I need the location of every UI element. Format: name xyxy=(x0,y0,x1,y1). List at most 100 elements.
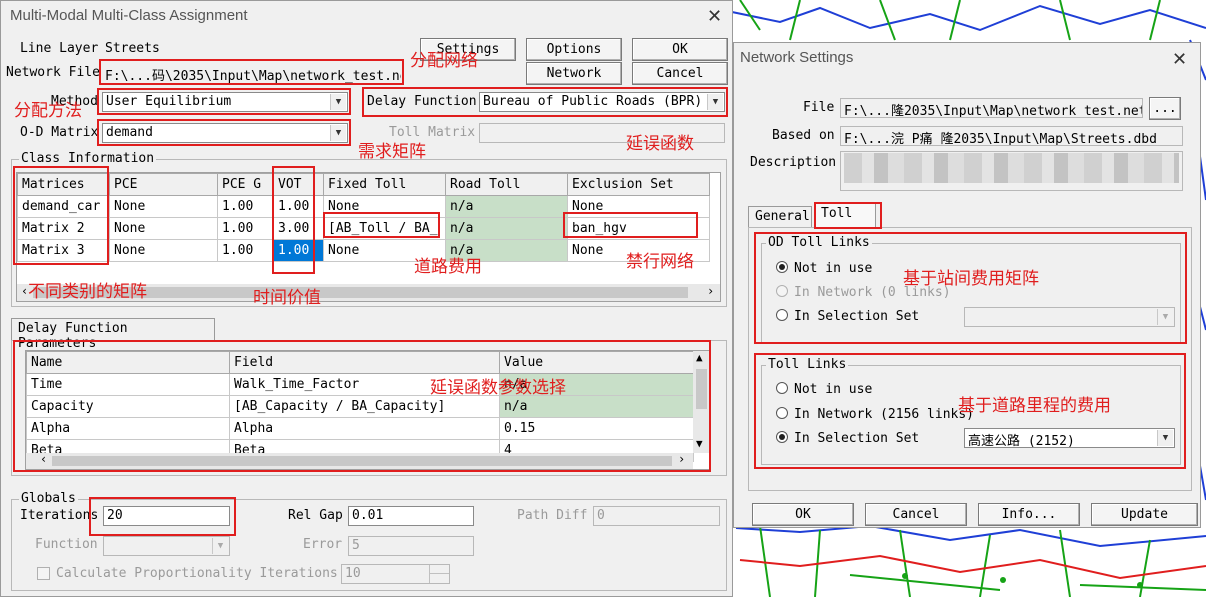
table-cell[interactable]: n/a xyxy=(499,395,694,418)
table-cell[interactable]: Matrix 3 xyxy=(17,239,110,262)
toll-links-selection-select[interactable]: 高速公路 (2152) ▼ xyxy=(964,428,1175,448)
table-cell[interactable]: 1.00 xyxy=(273,195,324,218)
function-label: Function xyxy=(35,537,98,552)
annotation-demand-matrix: 需求矩阵 xyxy=(358,142,426,162)
description-field xyxy=(840,151,1183,191)
col-header[interactable]: PCE xyxy=(109,173,218,196)
network-file-value: F:\...码\2035\Input\Map\network_test.ne xyxy=(105,69,401,84)
table-cell[interactable]: n/a xyxy=(445,195,568,218)
table-cell[interactable]: None xyxy=(109,195,218,218)
option-label: In Network (2156 links) xyxy=(794,407,975,422)
error-input: 5 xyxy=(348,536,474,556)
close-icon[interactable]: ✕ xyxy=(707,6,722,27)
table-cell[interactable]: Time xyxy=(26,373,230,396)
scroll-right-icon[interactable]: › xyxy=(707,284,714,298)
option-label: Not in use xyxy=(794,382,873,397)
od-toll-in-selection-set[interactable]: In Selection Set xyxy=(776,309,919,324)
network-cancel-button[interactable]: Cancel xyxy=(865,503,967,526)
path-diff-label: Path Diff xyxy=(517,508,588,523)
table-cell[interactable]: [AB_Toll / BA_ xyxy=(323,217,446,240)
col-header[interactable]: Road Toll xyxy=(445,173,568,196)
table-cell[interactable]: None xyxy=(323,195,446,218)
table-cell[interactable]: 1.00 xyxy=(217,195,274,218)
tab-toll[interactable]: Toll xyxy=(814,203,876,228)
network-file-label: Network File xyxy=(6,65,100,80)
col-header[interactable]: Field xyxy=(229,351,500,374)
col-header[interactable]: Name xyxy=(26,351,230,374)
browse-button[interactable]: ... xyxy=(1149,97,1181,120)
table-cell[interactable]: n/a xyxy=(445,217,568,240)
scroll-thumb[interactable] xyxy=(52,456,672,466)
table-cell[interactable]: None xyxy=(109,217,218,240)
scroll-left-icon[interactable]: ‹ xyxy=(40,452,47,466)
col-header[interactable]: VOT xyxy=(273,173,324,196)
table-row: Capacity [AB_Capacity / BA_Capacity] n/a xyxy=(26,395,694,418)
delay-function-label: Delay Function xyxy=(367,94,477,109)
table-cell[interactable]: ban_hgv xyxy=(567,217,710,240)
method-select[interactable]: User Equilibrium ▼ xyxy=(102,92,348,112)
rel-gap-input[interactable]: 0.01 xyxy=(348,506,474,526)
function-select: ▼ xyxy=(103,536,230,556)
toll-links-in-network[interactable]: In Network (2156 links) xyxy=(776,407,974,422)
update-button[interactable]: Update xyxy=(1091,503,1198,526)
chevron-down-icon: ▼ xyxy=(1157,309,1173,325)
scroll-up-icon[interactable]: ▲ xyxy=(696,351,703,364)
table-cell[interactable]: 0.15 xyxy=(499,417,694,440)
col-header[interactable]: Matrices xyxy=(17,173,110,196)
horizontal-scrollbar[interactable]: ‹ › xyxy=(26,452,693,469)
table-cell[interactable]: None xyxy=(567,195,710,218)
network-ok-button[interactable]: OK xyxy=(752,503,854,526)
scroll-down-icon[interactable]: ▼ xyxy=(696,437,703,450)
radio-icon xyxy=(776,382,788,394)
rel-gap-label: Rel Gap xyxy=(288,508,343,523)
od-matrix-label: O-D Matrix xyxy=(20,125,99,140)
table-row: Time Walk_Time_Factor n/a xyxy=(26,373,694,396)
annotation-vot: 时间价值 xyxy=(253,288,321,308)
option-label: In Selection Set xyxy=(794,309,920,324)
tab-general[interactable]: General xyxy=(748,206,812,228)
table-cell[interactable]: demand_car xyxy=(17,195,110,218)
toll-links-selection-value: 高速公路 (2152) xyxy=(968,434,1075,448)
vertical-scrollbar[interactable]: ▲ ▼ xyxy=(693,351,710,453)
table-cell[interactable]: None xyxy=(109,239,218,262)
table-cell[interactable]: [AB_Capacity / BA_Capacity] xyxy=(229,395,500,418)
od-matrix-select[interactable]: demand ▼ xyxy=(102,123,348,143)
method-value: User Equilibrium xyxy=(106,94,232,109)
table-cell[interactable]: Alpha xyxy=(229,417,500,440)
col-header[interactable]: PCE G xyxy=(217,173,274,196)
table-row: Matrix 2 None 1.00 3.00 [AB_Toll / BA_ n… xyxy=(17,217,710,240)
od-toll-not-in-use[interactable]: Not in use xyxy=(776,261,872,276)
radio-icon xyxy=(776,309,788,321)
table-cell[interactable]: Capacity xyxy=(26,395,230,418)
close-icon[interactable]: ✕ xyxy=(1172,49,1187,70)
chevron-down-icon: ▼ xyxy=(1157,430,1173,446)
tab-delay-function-parameters[interactable]: Delay Function Parameters xyxy=(11,318,215,351)
chevron-down-icon: ▼ xyxy=(330,125,346,141)
calc-proportionality-checkbox xyxy=(37,567,50,580)
toll-links-in-selection-set[interactable]: In Selection Set xyxy=(776,431,919,446)
scroll-thumb[interactable] xyxy=(696,369,707,409)
table-cell-selected[interactable]: 1.00 xyxy=(273,239,324,262)
col-header[interactable]: Exclusion Set xyxy=(567,173,710,196)
table-cell[interactable]: 3.00 xyxy=(273,217,324,240)
table-cell[interactable]: Alpha xyxy=(26,417,230,440)
info-button[interactable]: Info... xyxy=(978,503,1080,526)
col-header[interactable]: Value xyxy=(499,351,694,374)
iterations-input[interactable]: 20 xyxy=(103,506,230,526)
table-cell[interactable]: 1.00 xyxy=(217,239,274,262)
col-header[interactable]: Fixed Toll xyxy=(323,173,446,196)
network-button[interactable]: Network xyxy=(526,62,622,85)
table-cell[interactable]: Matrix 2 xyxy=(17,217,110,240)
toll-links-not-in-use[interactable]: Not in use xyxy=(776,382,872,397)
ok-button[interactable]: OK xyxy=(632,38,728,61)
od-matrix-value: demand xyxy=(106,125,153,140)
cancel-button[interactable]: Cancel xyxy=(632,62,728,85)
description-blur xyxy=(844,153,1179,183)
annotation-mileage-toll: 基于道路里程的费用 xyxy=(958,396,1111,416)
table-cell[interactable]: 1.00 xyxy=(217,217,274,240)
options-button[interactable]: Options xyxy=(526,38,622,61)
annotation-delay-params: 延误函数参数选择 xyxy=(430,378,566,398)
annotation-ban-network: 禁行网络 xyxy=(626,252,694,272)
scroll-right-icon[interactable]: › xyxy=(678,452,685,466)
delay-function-select[interactable]: Bureau of Public Roads (BPR) ▼ xyxy=(479,92,725,112)
